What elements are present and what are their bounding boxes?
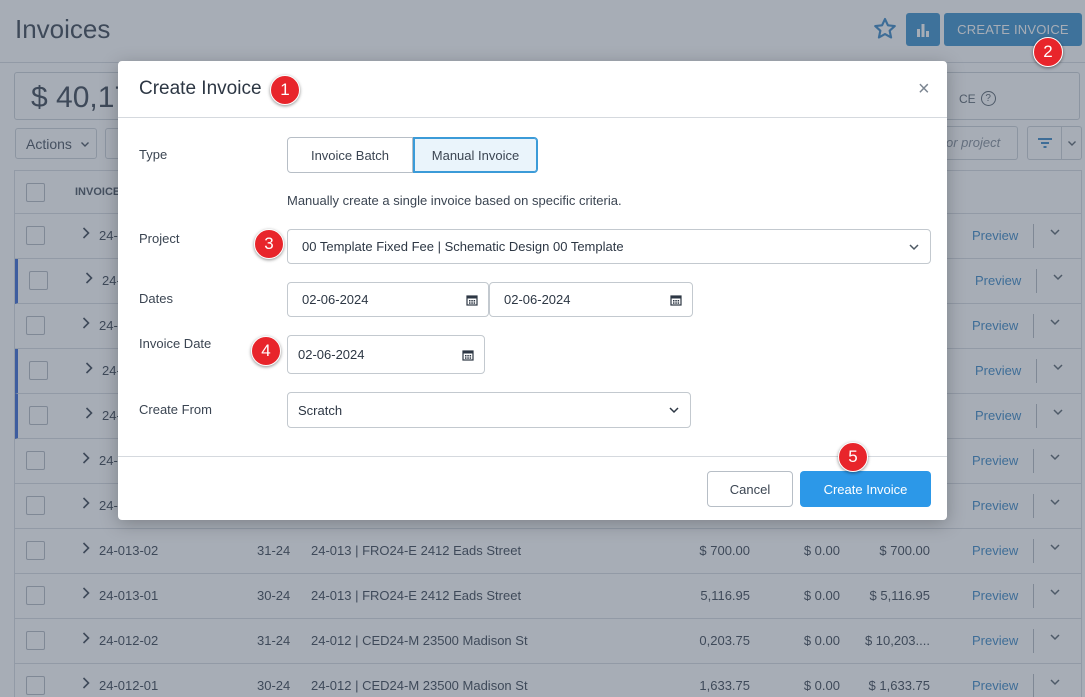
dates-label: Dates: [139, 291, 173, 306]
project-select[interactable]: 00 Template Fixed Fee | Schematic Design…: [287, 229, 931, 264]
calendar-icon[interactable]: [462, 349, 474, 361]
manual-invoice-option[interactable]: Manual Invoice: [413, 137, 538, 173]
type-help-text: Manually create a single invoice based o…: [287, 193, 622, 208]
step-marker-2: 2: [1033, 37, 1063, 67]
modal-footer-divider: [118, 456, 947, 457]
type-label: Type: [139, 147, 168, 162]
create-from-select[interactable]: Scratch: [287, 392, 691, 428]
project-label: Project: [139, 231, 180, 246]
invoice-date-value: 02-06-2024: [298, 347, 365, 362]
step-marker-1: 1: [270, 75, 300, 105]
step-marker-4: 4: [251, 336, 281, 366]
modal-header-divider: [118, 117, 947, 118]
invoice-date-field[interactable]: 02-06-2024: [287, 335, 485, 374]
modal-title: Create Invoice: [139, 78, 262, 99]
close-icon[interactable]: ×: [918, 79, 930, 99]
create-from-value: Scratch: [298, 402, 343, 418]
project-select-value: 00 Template Fixed Fee | Schematic Design…: [302, 239, 624, 254]
create-invoice-modal: Create Invoice × Type Invoice Batch Manu…: [118, 61, 947, 520]
start-date-value: 02-06-2024: [302, 292, 369, 307]
create-from-label: Create From: [139, 402, 212, 417]
end-date-field[interactable]: 02-06-2024: [489, 282, 693, 317]
cancel-button[interactable]: Cancel: [707, 471, 793, 507]
chevron-down-icon: [669, 407, 679, 414]
step-marker-5: 5: [838, 442, 868, 472]
calendar-icon[interactable]: [670, 294, 682, 306]
step-marker-3: 3: [254, 229, 284, 259]
calendar-icon[interactable]: [466, 294, 478, 306]
start-date-field[interactable]: 02-06-2024: [287, 282, 489, 317]
invoice-batch-option[interactable]: Invoice Batch: [287, 137, 413, 173]
create-invoice-submit-button[interactable]: Create Invoice: [800, 471, 931, 507]
chevron-down-icon: [909, 243, 919, 250]
invoice-date-label: Invoice Date: [139, 336, 212, 351]
end-date-value: 02-06-2024: [504, 292, 571, 307]
type-segmented-control: Invoice Batch Manual Invoice: [287, 137, 538, 173]
